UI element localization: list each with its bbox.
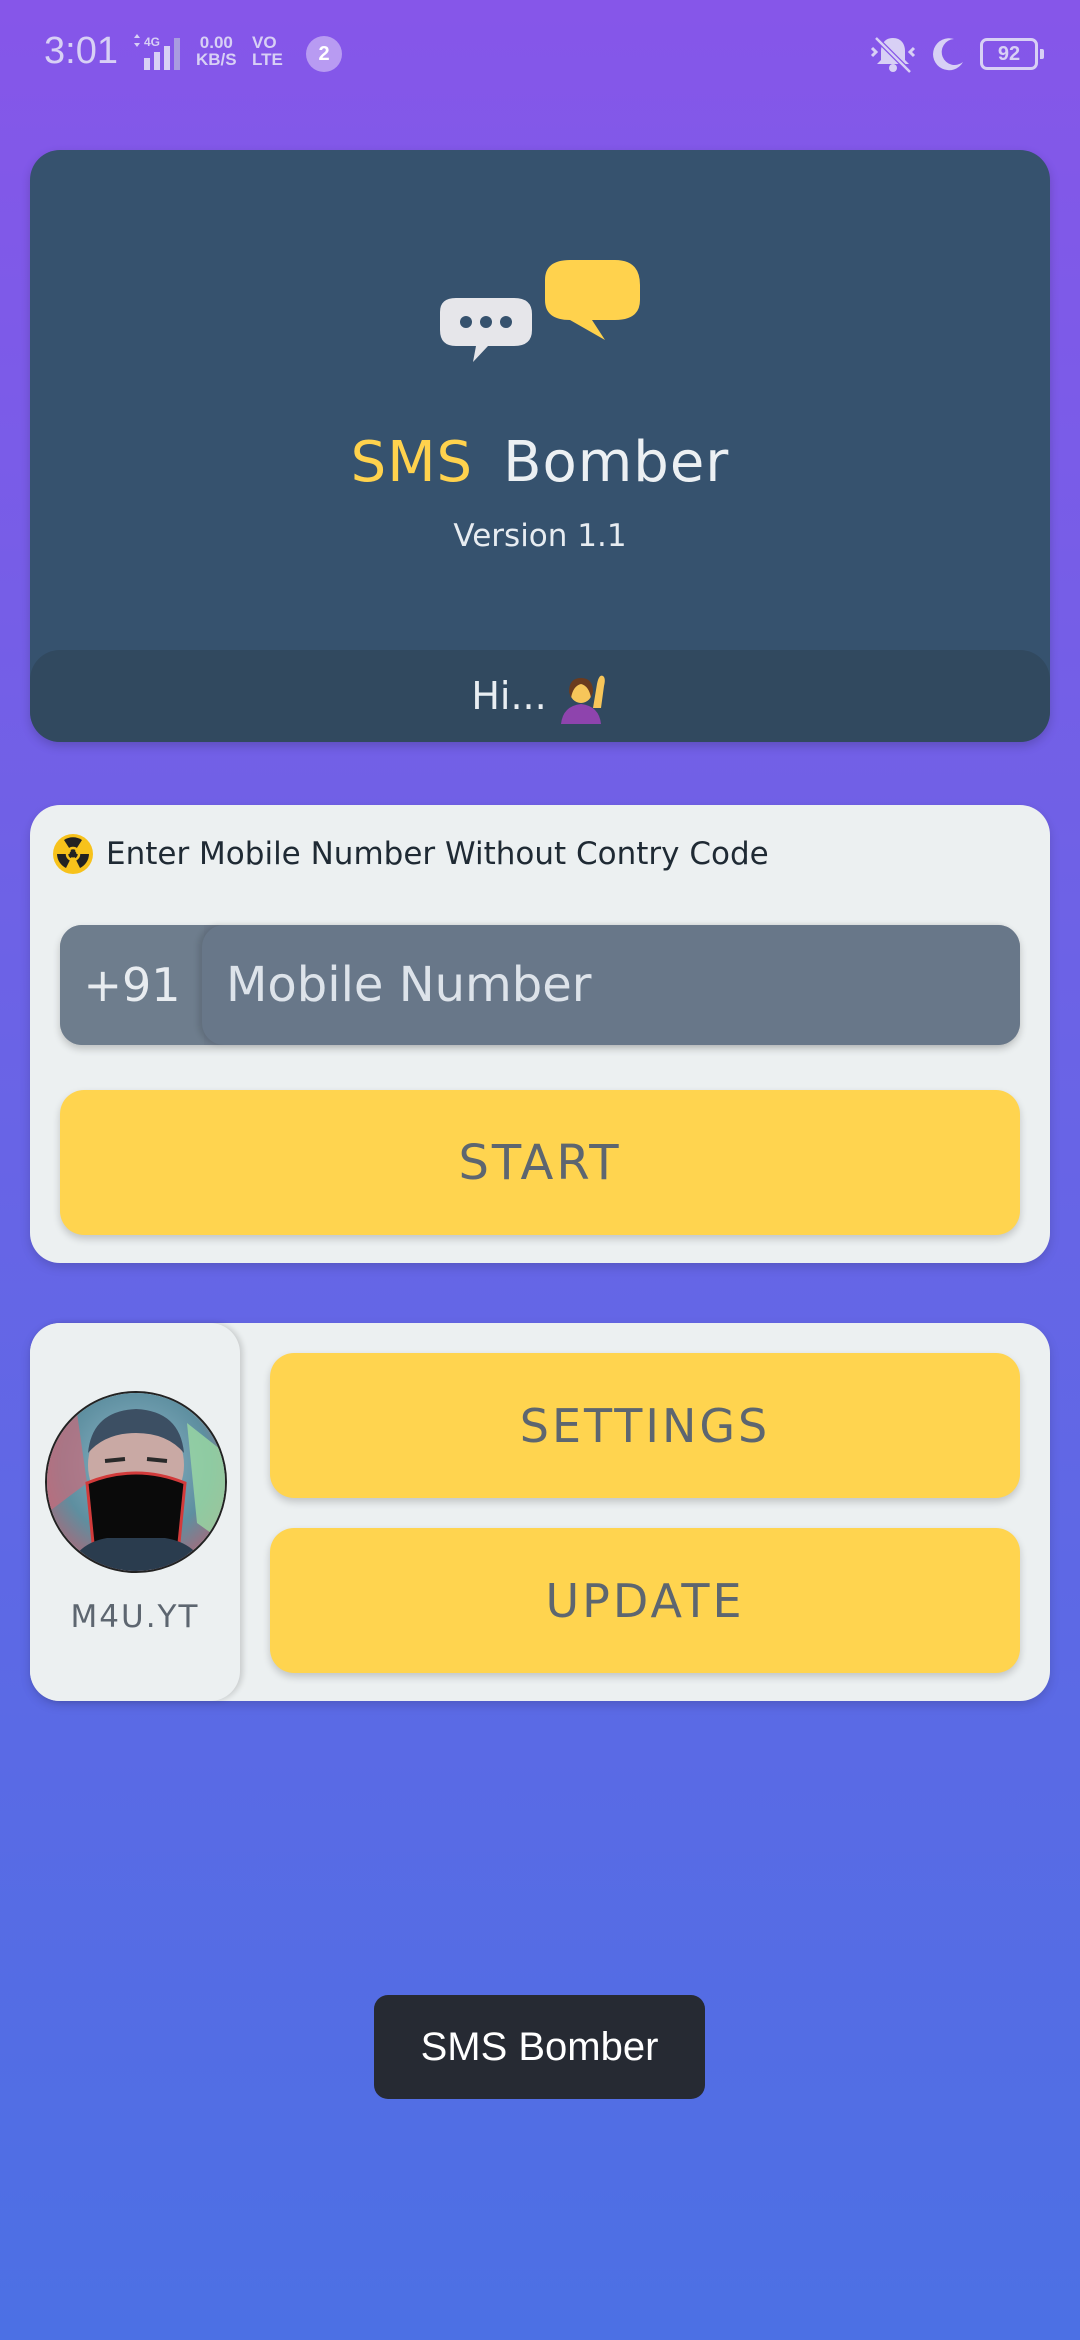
hint-row: Enter Mobile Number Without Contry Code xyxy=(52,833,769,875)
network-speed: 0.00 KB/S xyxy=(196,33,237,69)
app-title: SMS Bomber xyxy=(30,430,1050,495)
network-type: 4G xyxy=(144,35,160,49)
mobile-number-input[interactable] xyxy=(202,925,1020,1045)
notification-count-badge: 2 xyxy=(306,36,342,72)
volte-indicator: VO LTE xyxy=(252,33,283,69)
profile-card: M4U.YT SETTINGS UPDATE xyxy=(30,1323,1050,1701)
greeting-bar: Hi... xyxy=(30,650,1050,742)
moon-icon xyxy=(933,38,963,71)
signal-icon: 4G xyxy=(134,34,180,70)
input-card: Enter Mobile Number Without Contry Code … xyxy=(30,805,1050,1263)
avatar-image xyxy=(47,1393,225,1571)
header-card: SMS Bomber Version 1.1 Hi... xyxy=(30,150,1050,742)
app-title-bomber: Bomber xyxy=(503,430,730,495)
country-code: +91 xyxy=(60,925,204,1045)
radioactive-icon xyxy=(53,834,93,874)
status-right: 92 xyxy=(870,34,1044,74)
raising-hand-emoji xyxy=(560,675,605,724)
app-version: Version 1.1 xyxy=(453,518,627,554)
toast-message: SMS Bomber xyxy=(374,1995,705,2099)
vibrate-off-icon xyxy=(870,36,916,74)
start-button[interactable]: START xyxy=(60,1090,1020,1235)
status-time: 3:01 xyxy=(44,30,118,72)
phone-field: +91 xyxy=(60,925,1020,1045)
channel-name: M4U.YT xyxy=(70,1599,200,1635)
profile-side: M4U.YT xyxy=(30,1323,240,1701)
battery-icon: 92 xyxy=(980,38,1044,70)
status-bar: 3:01 4G 0.00 KB/S VO LTE 2 92 xyxy=(0,0,1080,108)
update-button[interactable]: UPDATE xyxy=(270,1528,1020,1673)
greeting-text: Hi... xyxy=(471,674,547,718)
chat-bubbles-icon xyxy=(440,260,640,362)
hint-text: Enter Mobile Number Without Contry Code xyxy=(106,836,769,872)
app-title-sms: SMS xyxy=(350,430,474,495)
settings-button[interactable]: SETTINGS xyxy=(270,1353,1020,1498)
avatar[interactable] xyxy=(45,1391,227,1573)
